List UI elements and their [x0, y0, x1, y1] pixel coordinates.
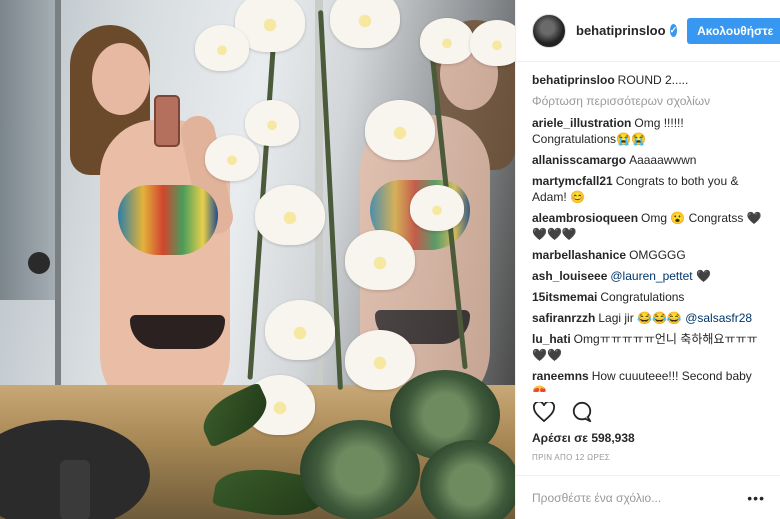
comment-item: safiranrzzh Lagi jir 😂😂😂 @salsasfr28	[532, 310, 764, 326]
caption-text: ROUND 2.....	[617, 73, 689, 87]
comment-item: allanisscamargo Aaaaawwwn	[532, 152, 764, 168]
comment-username[interactable]: lu_hati	[532, 332, 571, 346]
comment-username[interactable]: ash_louiseee	[532, 269, 607, 283]
comment-username[interactable]: allanisscamargo	[532, 153, 626, 167]
comment-item: aleambrosioqueen Omg 😮 Congratss 🖤🖤🖤🖤	[532, 210, 764, 242]
bikini-bottom	[130, 315, 225, 349]
comment-username[interactable]: ariele_illustration	[532, 116, 631, 130]
orchid-flower	[410, 185, 464, 231]
comment-text: Aaaaawwwn	[629, 153, 697, 167]
comment-username[interactable]: raneemns	[532, 369, 589, 383]
comment-mention-link[interactable]: @salsasfr28	[685, 311, 752, 325]
verified-badge-icon: ✓	[669, 24, 678, 37]
comment-username[interactable]: martymcfall21	[532, 174, 613, 188]
comment-bubble-icon[interactable]	[570, 400, 594, 424]
orchid-flower	[365, 100, 435, 160]
comment-item: 15itsmemai Congratulations	[532, 289, 764, 305]
avatar[interactable]	[532, 13, 566, 48]
orchid-flower	[245, 100, 299, 146]
load-more-comments-link[interactable]: Φόρτωση περισσότερων σχολίων	[532, 94, 764, 108]
heart-icon[interactable]	[532, 400, 556, 424]
cabinet-knob	[28, 252, 50, 274]
orchid-flower	[345, 230, 415, 290]
comment-item: ash_louiseee @lauren_pettet 🖤	[532, 268, 764, 284]
post-header: behatiprinsloo ✓ Ακολουθήστε	[516, 0, 780, 62]
bikini-top	[118, 185, 218, 255]
comment-text: 🖤	[692, 269, 711, 283]
faucet	[60, 460, 90, 519]
comment-username[interactable]: aleambrosioqueen	[532, 211, 638, 225]
more-options-icon[interactable]: •••	[747, 490, 765, 506]
post-caption: behatiprinsloo ROUND 2.....	[532, 72, 764, 88]
head	[92, 43, 150, 115]
orchid-flower	[195, 25, 249, 71]
post-photo[interactable]	[0, 0, 515, 519]
phone	[154, 95, 180, 147]
comment-text: OMGGGG	[629, 248, 686, 262]
post-side-panel: behatiprinsloo ✓ Ακολουθήστε behatiprins…	[515, 0, 780, 519]
comment-item: marbellashanice OMGGGG	[532, 247, 764, 263]
orchid-flower	[330, 0, 400, 48]
orchid-flower	[420, 18, 474, 64]
follow-button[interactable]: Ακολουθήστε	[687, 17, 780, 44]
post-timestamp[interactable]: ΠΡΙΝ ΑΠΟ 12 ΩΡΕΣ	[532, 453, 610, 462]
cabinet-door	[0, 0, 58, 300]
orchid-flower	[345, 330, 415, 390]
comment-item: raneemns How cuuuteee!!! Second baby😍	[532, 368, 764, 392]
likes-count[interactable]: Αρέσει σε 598,938	[532, 431, 635, 445]
mirror-frame	[55, 0, 61, 400]
orchid-flower	[255, 185, 325, 245]
comment-text: Congratulations	[600, 290, 685, 304]
orchid-flower	[265, 300, 335, 360]
comment-text: Lagi jir 😂😂😂	[598, 311, 686, 325]
comments-list: behatiprinsloo ROUND 2..... Φόρτωση περισ…	[516, 62, 780, 392]
add-comment-bar: •••	[516, 475, 780, 519]
comment-username[interactable]: safiranrzzh	[532, 311, 595, 325]
author-username[interactable]: behatiprinsloo	[576, 23, 666, 38]
comment-username[interactable]: marbellashanice	[532, 248, 626, 262]
comment-mention-link[interactable]: @lauren_pettet	[610, 269, 692, 283]
comment-item: martymcfall21 Congrats to both you & Adam…	[532, 173, 764, 205]
orchid-flower	[470, 20, 515, 66]
post-actions	[532, 400, 594, 424]
comment-item: ariele_illustration Omg !!!!!! Congratula…	[532, 115, 764, 147]
comment-item: lu_hati Omgㅠㅠㅠㅠㅠ언니 축하해요ㅠㅠㅠ🖤🖤	[532, 331, 764, 363]
succulent-plant	[420, 440, 515, 519]
comment-input[interactable]	[532, 490, 732, 505]
woman-figure	[70, 25, 260, 420]
orchid-flower	[205, 135, 259, 181]
comment-username[interactable]: 15itsmemai	[532, 290, 597, 304]
caption-username[interactable]: behatiprinsloo	[532, 73, 615, 87]
